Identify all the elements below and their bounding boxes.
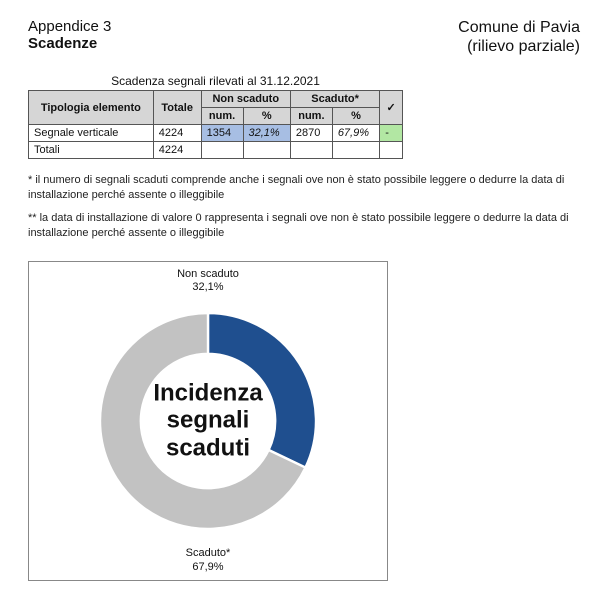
row-name: Segnale verticale bbox=[29, 125, 154, 142]
signals-table: Tipologia elemento Totale Non scaduto Sc… bbox=[28, 90, 403, 159]
row-total: 4224 bbox=[153, 125, 201, 142]
appendix-label: Appendice 3 bbox=[28, 18, 111, 35]
row-s-pct: 67,9% bbox=[332, 125, 379, 142]
footnote-1: * il numero di segnali scaduti comprende… bbox=[28, 173, 580, 203]
totals-label: Totali bbox=[29, 142, 154, 159]
col-group-scaduto: Scaduto* bbox=[290, 91, 379, 108]
row-s-num: 2870 bbox=[290, 125, 332, 142]
col-ns-pct: % bbox=[243, 108, 290, 125]
row-ns-num: 1354 bbox=[201, 125, 243, 142]
donut-ring: Incidenza segnali scaduti bbox=[88, 301, 328, 541]
table-caption: Scadenza segnali rilevati al 31.12.2021 bbox=[28, 74, 403, 88]
footnotes: * il numero di segnali scaduti comprende… bbox=[28, 173, 580, 240]
col-check: ✓ bbox=[380, 91, 403, 125]
col-s-num: num. bbox=[290, 108, 332, 125]
col-s-pct: % bbox=[332, 108, 379, 125]
org-name: Comune di Pavia bbox=[458, 18, 580, 37]
header-right: Comune di Pavia (rilievo parziale) bbox=[458, 18, 580, 56]
footnote-2: ** la data di installazione di valore 0 … bbox=[28, 211, 580, 241]
row-ns-pct: 32,1% bbox=[243, 125, 290, 142]
table-totals-row: Totali 4224 bbox=[29, 142, 403, 159]
col-total: Totale bbox=[153, 91, 201, 125]
col-type: Tipologia elemento bbox=[29, 91, 154, 125]
table-row: Segnale verticale 4224 1354 32,1% 2870 6… bbox=[29, 125, 403, 142]
page-header: Appendice 3 Scadenze Comune di Pavia (ri… bbox=[28, 18, 580, 56]
row-check: - bbox=[380, 125, 403, 142]
donut-chart: Non scaduto 32,1% Incidenza segnali scad… bbox=[28, 261, 388, 581]
page-title: Scadenze bbox=[28, 35, 111, 52]
donut-center-text: Incidenza segnali scaduti bbox=[153, 379, 262, 462]
chart-label-nonscaduto: Non scaduto 32,1% bbox=[29, 268, 387, 294]
chart-label-scaduto: Scaduto* 67,9% bbox=[29, 547, 387, 573]
survey-note: (rilievo parziale) bbox=[458, 37, 580, 56]
col-ns-num: num. bbox=[201, 108, 243, 125]
header-left: Appendice 3 Scadenze bbox=[28, 18, 111, 52]
col-group-nonscaduto: Non scaduto bbox=[201, 91, 290, 108]
totals-total: 4224 bbox=[153, 142, 201, 159]
